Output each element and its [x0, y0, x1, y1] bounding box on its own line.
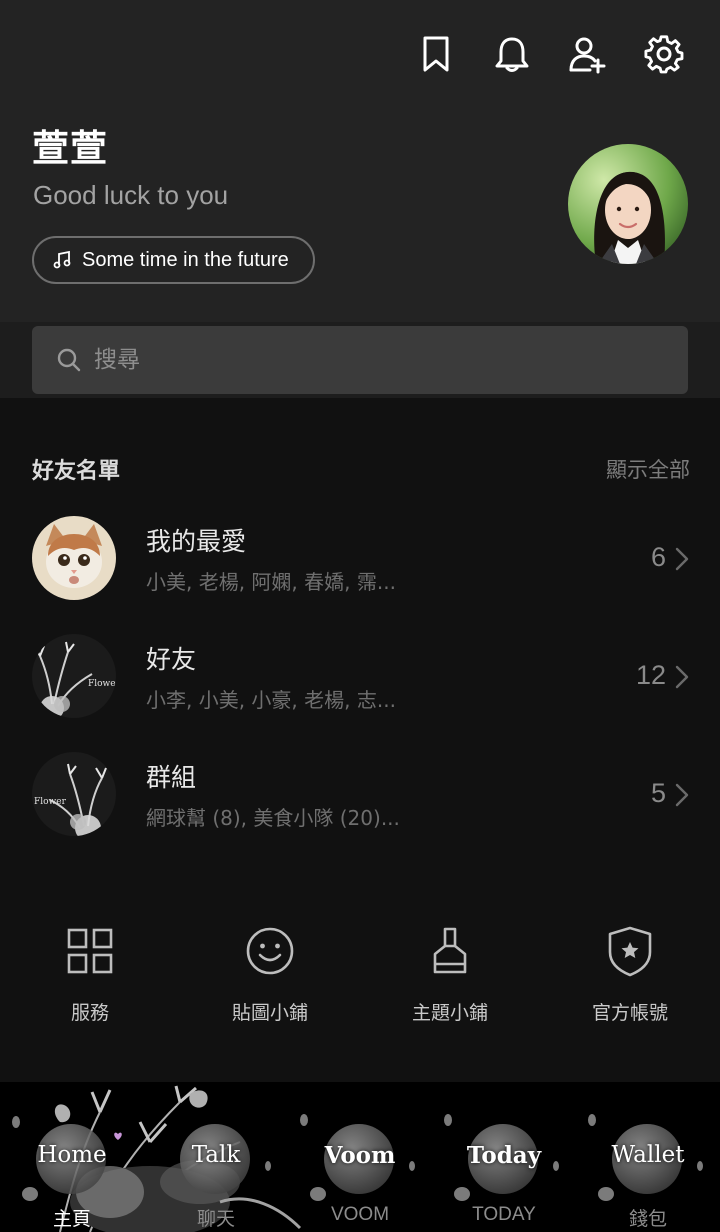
- search-section: [0, 322, 720, 398]
- nav-tab-talk[interactable]: Talk 聊天: [144, 1082, 288, 1232]
- shield-star-icon: [603, 924, 657, 978]
- service-button-services[interactable]: 服務: [0, 924, 180, 1034]
- bell-icon[interactable]: [492, 34, 532, 74]
- list-item-subtitle: 小李, 小美, 小豪, 老楊, 志...: [146, 688, 396, 712]
- profile-name[interactable]: 萱萱: [32, 118, 108, 172]
- list-item-favorites[interactable]: 我的最愛 小美, 老楊, 阿嫻, 春嬌, 霈... 6: [0, 516, 720, 616]
- flower-thumbnail: Flower: [32, 634, 116, 718]
- search-icon: [57, 348, 81, 372]
- list-item-count: 5: [650, 778, 666, 808]
- services-row: 服務 貼圖小鋪 主題小鋪 官方帳號: [0, 924, 720, 1034]
- grid-icon: [63, 924, 117, 978]
- show-all-link[interactable]: 顯示全部: [606, 454, 690, 484]
- nav-tab-word: Home: [37, 1142, 107, 1168]
- nav-tab-voom[interactable]: Voom VOOM: [288, 1082, 432, 1232]
- nav-tab-label: 錢包: [628, 1209, 667, 1230]
- nav-tab-label: 聊天: [196, 1209, 235, 1230]
- nav-tab-wallet[interactable]: Wallet 錢包: [576, 1082, 720, 1232]
- profile-status-message[interactable]: Good luck to you: [33, 180, 228, 211]
- service-label: 貼圖小鋪: [231, 1002, 308, 1024]
- nav-tab-home[interactable]: Home 主頁: [0, 1082, 144, 1232]
- list-item-title: 好友: [146, 645, 197, 674]
- list-item-friends[interactable]: Flower 好友 小李, 小美, 小豪, 老楊, 志... 12: [0, 634, 720, 734]
- service-label: 服務: [70, 1002, 109, 1024]
- smiley-icon: [243, 924, 297, 978]
- service-button-official-accounts[interactable]: 官方帳號: [540, 924, 720, 1034]
- chevron-right-icon: [674, 546, 690, 572]
- nav-tab-label: TODAY: [472, 1204, 536, 1225]
- gear-icon[interactable]: [644, 34, 684, 74]
- bottom-navigation: Home 主頁 Talk 聊天 Voom VOOM Today TODAY Wa…: [0, 1082, 720, 1232]
- list-item-title: 群組: [146, 763, 197, 792]
- list-item-title: 我的最愛: [146, 527, 247, 556]
- music-note-icon: [53, 250, 71, 269]
- nav-tab-word: Today: [466, 1142, 542, 1169]
- profile-header: 萱萱 Good luck to you Some time in the fut…: [0, 0, 720, 322]
- search-bar[interactable]: [32, 326, 688, 394]
- svg-text:Flower: Flower: [34, 797, 67, 807]
- chevron-right-icon: [674, 782, 690, 808]
- svg-text:Flower: Flower: [88, 679, 116, 689]
- list-item-groups[interactable]: Flower 群組 網球幫 (8), 美食小隊 (20)... 5: [0, 752, 720, 852]
- header-actions: [416, 34, 684, 74]
- chevron-right-icon: [674, 664, 690, 690]
- bookmark-icon[interactable]: [416, 34, 456, 74]
- nav-tab-word: Talk: [191, 1142, 241, 1168]
- service-button-themes[interactable]: 主題小鋪: [360, 924, 540, 1034]
- nav-tab-word: Wallet: [611, 1142, 685, 1168]
- brush-icon: [423, 924, 477, 978]
- nav-tab-word: Voom: [324, 1142, 396, 1169]
- flower-thumbnail: Flower: [32, 752, 116, 836]
- profile-music-button[interactable]: Some time in the future: [32, 236, 315, 284]
- nav-tab-label: 主頁: [52, 1209, 91, 1230]
- list-item-count: 12: [635, 660, 666, 690]
- service-button-stickers[interactable]: 貼圖小鋪: [180, 924, 360, 1034]
- list-item-subtitle: 網球幫 (8), 美食小隊 (20)...: [146, 806, 400, 830]
- search-input[interactable]: [94, 347, 654, 373]
- nav-tab-today[interactable]: Today TODAY: [432, 1082, 576, 1232]
- profile-music-label: Some time in the future: [82, 248, 289, 271]
- add-friend-icon[interactable]: [568, 34, 608, 74]
- service-label: 主題小鋪: [411, 1002, 488, 1024]
- cat-thumbnail: [32, 516, 116, 600]
- service-label: 官方帳號: [591, 1002, 668, 1024]
- list-item-subtitle: 小美, 老楊, 阿嫻, 春嬌, 霈...: [146, 570, 396, 594]
- nav-tab-label: VOOM: [330, 1204, 390, 1225]
- profile-avatar[interactable]: [568, 144, 688, 264]
- list-item-count: 6: [650, 542, 666, 572]
- friends-section-title: 好友名單: [32, 459, 121, 484]
